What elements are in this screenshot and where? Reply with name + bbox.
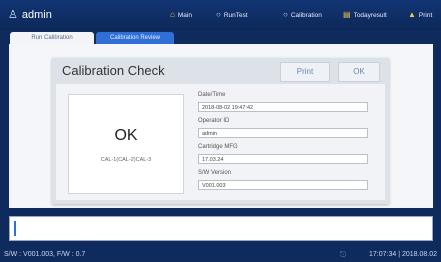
result-status: OK: [114, 127, 138, 144]
printer-icon: ▲: [408, 10, 416, 19]
nav-main[interactable]: ⌂ Main: [170, 11, 192, 19]
nav-print-label: Print: [418, 11, 433, 19]
version-info: S/W : V001.003, F/W : 0.7: [4, 251, 86, 258]
result-detail: CAL-1(CAL-2)CAL-3: [100, 157, 152, 163]
nav-runtest[interactable]: ○ RunTest: [216, 11, 248, 19]
tab-run-calibration[interactable]: Run Calibration: [10, 32, 94, 44]
cartridge-label: Cartridge MFG: [198, 144, 238, 150]
dialog-body: OK CAL-1(CAL-2)CAL-3 Date/Time 2018-08-0…: [56, 84, 385, 200]
power-icon: ⎋: [340, 250, 347, 259]
user-icon: ♙: [8, 9, 18, 21]
calibration-icon: ○: [283, 10, 288, 19]
user-info: ♙ admin: [8, 8, 52, 22]
cartridge-field: 17.03.24: [198, 154, 368, 164]
operator-field: admin: [198, 128, 368, 138]
text-cursor: [14, 221, 16, 236]
nav-main-label: Main: [177, 11, 192, 19]
calibration-check-dialog: Calibration Check Print OK OK CAL-1(CAL-…: [52, 58, 389, 204]
todayresult-icon: ▤: [343, 10, 351, 19]
nav-runtest-label: RunTest: [223, 11, 248, 19]
dialog-title: Calibration Check: [62, 63, 165, 78]
nav-todayresult[interactable]: ▤ Todayresult: [343, 11, 387, 19]
operator-label: Operator ID: [198, 118, 230, 124]
result-box: OK CAL-1(CAL-2)CAL-3: [68, 94, 184, 194]
print-button[interactable]: Print: [280, 62, 330, 82]
nav-calibration-label: Calibration: [290, 11, 322, 19]
tab-strip: Run Calibration Calibration Review: [0, 30, 441, 44]
sw-version-field: V001.003: [198, 180, 368, 190]
nav-calibration[interactable]: ○ Calibration: [283, 11, 322, 19]
status-bar: S/W : V001.003, F/W : 0.7 ⎋ 17:07:34 | 2…: [0, 248, 441, 262]
nav-todayresult-label: Todayresult: [353, 11, 387, 19]
home-icon: ⌂: [170, 10, 175, 19]
runtest-icon: ○: [216, 10, 221, 19]
clock: 17:07:34 | 2018.08.02: [369, 251, 437, 258]
dialog-header: Calibration Check Print OK: [52, 58, 389, 84]
datetime-label: Date/Time: [198, 92, 226, 98]
user-name: admin: [21, 8, 52, 21]
input-bar[interactable]: [9, 216, 433, 241]
sw-version-label: S/W Version: [198, 170, 232, 176]
ok-button[interactable]: OK: [338, 62, 380, 82]
datetime-field: 2018-08-02 19:47:42: [198, 102, 368, 112]
tab-calibration-review[interactable]: Calibration Review: [96, 32, 174, 44]
nav-print[interactable]: ▲ Print: [408, 11, 432, 19]
top-bar: ♙ admin ⌂ Main ○ RunTest ○ Calibration ▤…: [0, 0, 441, 30]
